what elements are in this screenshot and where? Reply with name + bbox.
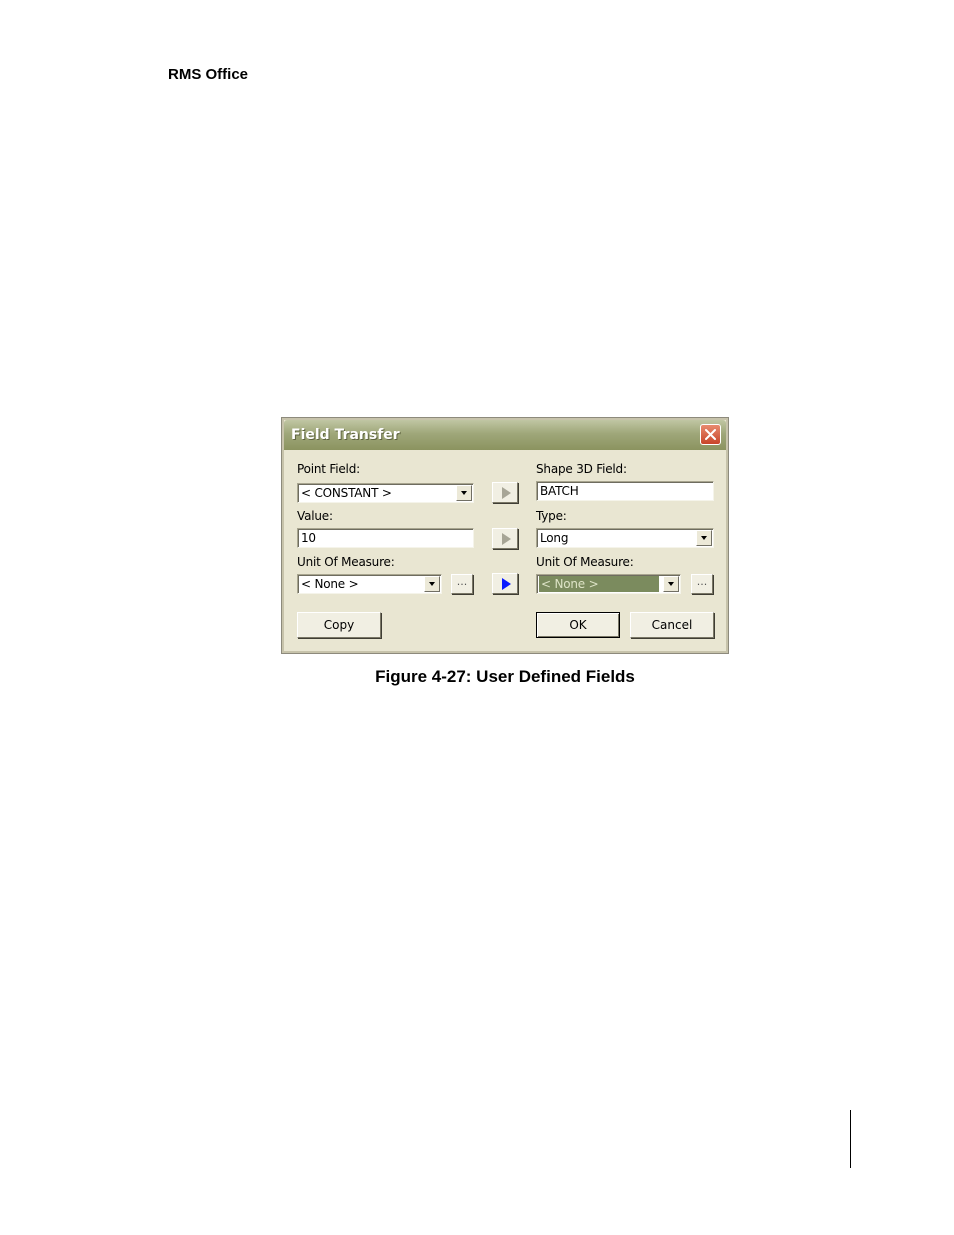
dialog-title: Field Transfer — [291, 427, 400, 443]
field-transfer-dialog: Field Transfer Point Field: < CONSTANT >… — [281, 417, 729, 654]
page-margin-rule — [850, 1110, 851, 1168]
browse-unit-label-right: ... — [696, 575, 708, 588]
transfer-point-field-button[interactable] — [492, 482, 518, 503]
shape-3d-field-label: Shape 3D Field: — [536, 462, 627, 476]
shape-3d-field-input[interactable]: BATCH — [536, 481, 714, 501]
point-field-select[interactable]: < CONSTANT > — [297, 483, 474, 503]
browse-unit-button-left[interactable]: ... — [451, 574, 473, 594]
value-input-text: 10 — [301, 531, 316, 545]
ok-button[interactable]: OK — [536, 612, 620, 638]
ok-button-label: OK — [569, 618, 587, 632]
unit-of-measure-label-left: Unit Of Measure: — [297, 555, 395, 569]
unit-of-measure-value-left: < None > — [301, 577, 359, 591]
unit-of-measure-select-left[interactable]: < None > — [297, 574, 442, 594]
cancel-button[interactable]: Cancel — [630, 612, 714, 638]
transfer-value-button[interactable] — [492, 528, 518, 549]
type-label: Type: — [536, 509, 567, 523]
chevron-down-icon[interactable] — [663, 576, 679, 592]
point-field-label: Point Field: — [297, 462, 360, 476]
browse-unit-label-left: ... — [456, 575, 468, 588]
unit-of-measure-label-right: Unit Of Measure: — [536, 555, 634, 569]
chevron-down-icon[interactable] — [424, 576, 440, 592]
transfer-unit-button[interactable] — [492, 573, 518, 594]
point-field-value: < CONSTANT > — [301, 486, 392, 500]
value-label: Value: — [297, 509, 333, 523]
running-header: RMS Office — [168, 66, 249, 83]
shape-3d-field-value: BATCH — [540, 484, 579, 498]
figure-caption: Figure 4-27: User Defined Fields — [375, 667, 635, 686]
copy-button-label: Copy — [323, 618, 355, 632]
copy-button[interactable]: Copy — [297, 612, 381, 638]
dialog-title-bar: Field Transfer — [284, 420, 726, 450]
triangle-right-icon — [502, 533, 511, 545]
browse-unit-button-right[interactable]: ... — [691, 574, 713, 594]
unit-of-measure-select-right[interactable]: < None > — [536, 574, 681, 594]
chevron-down-icon[interactable] — [456, 485, 472, 501]
cancel-button-label: Cancel — [651, 618, 693, 632]
type-select[interactable]: Long — [536, 528, 714, 548]
close-button[interactable] — [700, 424, 721, 445]
value-input[interactable]: 10 — [297, 528, 474, 548]
unit-of-measure-value-right: < None > — [539, 576, 659, 592]
triangle-right-icon — [502, 578, 511, 590]
triangle-right-icon — [502, 487, 511, 499]
close-icon — [705, 429, 716, 440]
chevron-down-icon[interactable] — [696, 530, 712, 546]
type-value: Long — [540, 531, 569, 545]
